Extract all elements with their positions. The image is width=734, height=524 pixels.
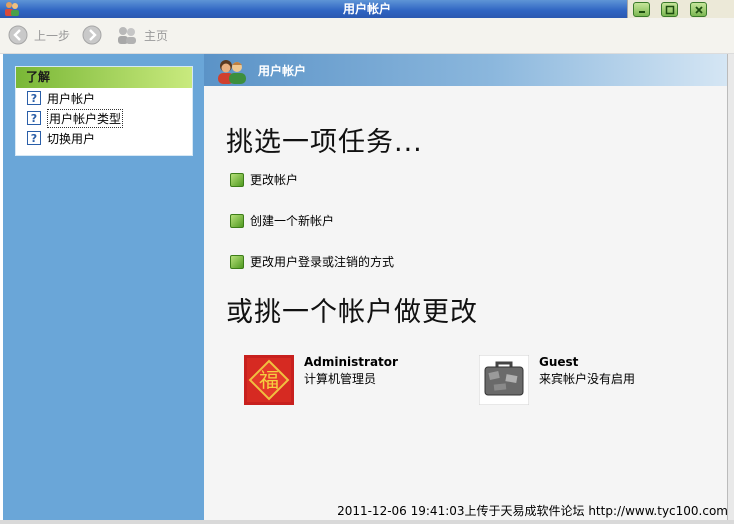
content-header: 用户帐户 (204, 54, 727, 86)
forward-button[interactable] (82, 24, 108, 46)
learn-item-label: 用户帐户 (47, 91, 96, 106)
toolbar: 上一步 主页 (0, 18, 734, 54)
account-administrator[interactable]: 福 Administrator 计算机管理员 (244, 355, 398, 405)
close-icon (695, 6, 703, 14)
minimize-icon (639, 11, 645, 13)
learn-item-switch-user[interactable]: ? 切换用户 (16, 128, 192, 148)
users-icon (218, 60, 246, 84)
maximize-icon (665, 5, 675, 15)
home-button[interactable]: 主页 (116, 24, 168, 46)
svg-text:?: ? (31, 112, 37, 125)
suitcase-picture (479, 355, 529, 405)
account-description: 计算机管理员 (304, 372, 377, 386)
home-label: 主页 (144, 28, 169, 43)
learn-panel: 了解 ? 用户帐户 ? 用户帐户类型 ? 切换用户 (15, 66, 193, 156)
svg-text:?: ? (31, 132, 37, 145)
title-bar: 用户帐户 (0, 0, 734, 18)
back-arrow-icon (8, 25, 28, 45)
watermark-text: 2011-12-06 19:41:03上传于天易成软件论坛 http://www… (337, 504, 728, 518)
minimize-button[interactable] (633, 2, 650, 17)
fu-character-picture: 福 (244, 355, 294, 405)
back-label: 上一步 (34, 28, 71, 43)
task-bullet-icon (230, 213, 244, 228)
learn-item-account-types[interactable]: ? 用户帐户类型 (16, 108, 192, 128)
task-change-account[interactable]: 更改帐户 (230, 171, 298, 188)
learn-item-label: 切换用户 (47, 131, 96, 146)
help-icon: ? (27, 91, 41, 105)
help-icon: ? (27, 131, 41, 145)
window-controls (627, 0, 734, 18)
task-create-account[interactable]: 创建一个新帐户 (230, 212, 334, 229)
task-change-logon[interactable]: 更改用户登录或注销的方式 (230, 253, 394, 270)
svg-text:?: ? (31, 92, 37, 105)
accounts-heading: 或挑一个帐户做更改 (226, 297, 478, 328)
home-users-icon (118, 27, 136, 44)
window-right-edge (727, 54, 734, 524)
back-button[interactable]: 上一步 (8, 24, 70, 46)
learn-item-user-accounts[interactable]: ? 用户帐户 (16, 88, 192, 108)
learn-header: 了解 (16, 67, 192, 88)
main-content: 用户帐户 挑选一项任务... 更改帐户 创建一个新帐户 更改用户登录或注销的方式… (204, 54, 727, 520)
account-description: 来宾帐户没有启用 (539, 372, 636, 386)
learn-item-label: 用户帐户类型 (47, 108, 124, 128)
account-name: Administrator (304, 355, 398, 369)
task-bullet-icon (230, 172, 244, 187)
close-button[interactable] (690, 2, 707, 17)
task-label: 更改用户登录或注销的方式 (250, 255, 395, 269)
left-pane: 了解 ? 用户帐户 ? 用户帐户类型 ? 切换用户 (3, 54, 204, 520)
task-label: 更改帐户 (250, 173, 299, 187)
svg-text:福: 福 (259, 368, 279, 392)
task-bullet-icon (230, 254, 244, 269)
task-label: 创建一个新帐户 (250, 214, 335, 228)
task-heading: 挑选一项任务... (226, 127, 423, 158)
content-title: 用户帐户 (258, 64, 307, 78)
maximize-button[interactable] (661, 2, 678, 17)
forward-arrow-icon (82, 25, 102, 45)
help-icon: ? (27, 111, 41, 125)
window-title: 用户帐户 (342, 2, 391, 16)
account-guest[interactable]: Guest 来宾帐户没有启用 (479, 355, 635, 405)
account-name: Guest (539, 355, 579, 369)
window-bottom-edge (0, 520, 734, 524)
